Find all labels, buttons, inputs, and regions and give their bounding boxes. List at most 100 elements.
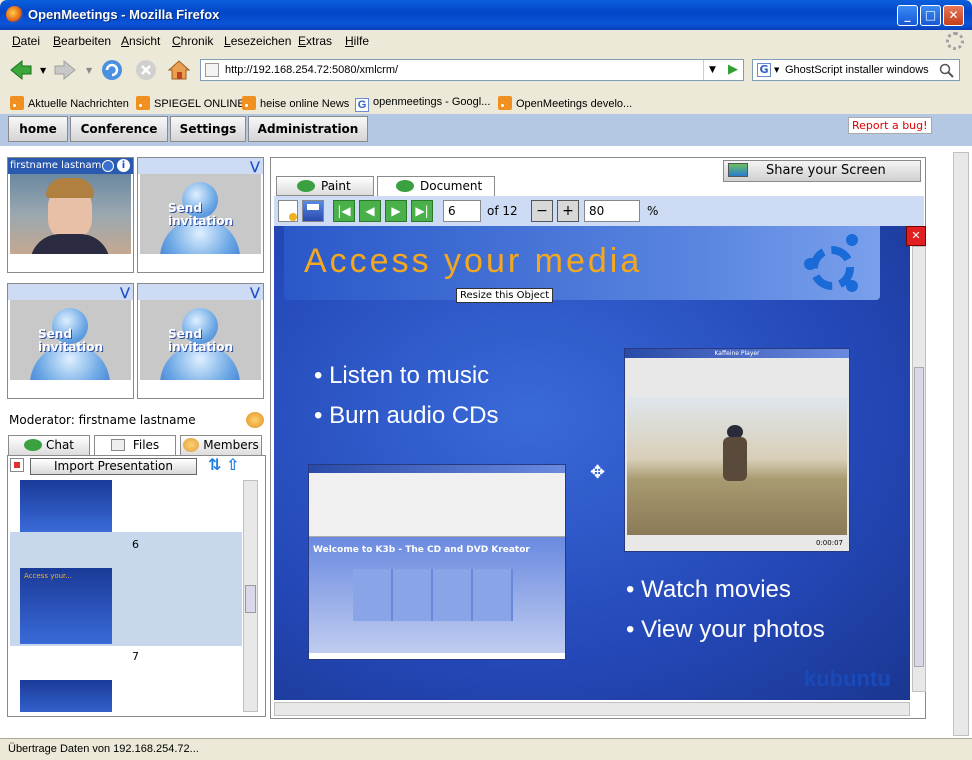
bookmark-heise-online[interactable]: heise online News [242, 96, 349, 110]
menu-lesezeichen[interactable]: Lesezeichen [224, 34, 291, 48]
bullet-view: • View your photos [626, 616, 825, 643]
pod-placeholder: Send invitation [140, 174, 261, 254]
back-arrow-icon[interactable] [8, 58, 34, 82]
google-icon[interactable]: G [757, 63, 771, 77]
url-bar[interactable]: http://192.168.254.72:5080/xmlcrm/ ▼ ▶ [200, 59, 744, 81]
firefox-icon [6, 6, 23, 23]
slide-thumbnail[interactable] [20, 480, 112, 532]
go-arrow-icon[interactable]: ▶ [723, 60, 743, 80]
nav-settings-button[interactable]: Settings [170, 116, 246, 142]
list-item[interactable]: 6 Access your... [10, 532, 242, 646]
list-item[interactable]: 7 [10, 646, 242, 712]
search-icon[interactable] [939, 63, 955, 79]
delete-object-icon[interactable]: ✕ [906, 226, 926, 246]
moderator-label: Moderator: firstname lastname [9, 413, 196, 427]
tab-document[interactable]: Document [377, 176, 495, 196]
chevron-down-icon[interactable]: ⋁ [250, 159, 260, 173]
chat-icon [23, 439, 42, 451]
pod-username: firstname lastname [10, 160, 108, 171]
pod-status-icon[interactable] [102, 160, 114, 172]
bookmark-aktuelle-nachrichten[interactable]: Aktuelle Nachrichten [10, 96, 129, 110]
slide-list-scrollbar[interactable] [243, 480, 258, 712]
chevron-down-icon[interactable]: ⋁ [120, 285, 130, 299]
next-page-icon[interactable]: ▶ [385, 200, 407, 222]
tab-files[interactable]: Files [94, 435, 176, 455]
nav-conference-button[interactable]: Conference [70, 116, 168, 142]
slide-number: 7 [132, 650, 139, 663]
chevron-down-icon[interactable]: ⋁ [250, 285, 260, 299]
send-invitation-label[interactable]: Send invitation [38, 328, 131, 354]
engine-dropdown-icon[interactable]: ▼ [774, 66, 779, 74]
bookmark-openmeetings-dev[interactable]: OpenMeetings develo... [498, 96, 632, 110]
url-dropdown-icon[interactable]: ▼ [703, 60, 721, 80]
nav-home-button[interactable]: home [8, 116, 68, 142]
bookmark-openmeetings-google[interactable]: Gopenmeetings - Googl... [355, 96, 490, 112]
status-bar: Übertrage Daten von 192.168.254.72... [0, 738, 972, 760]
url-text: http://192.168.254.72:5080/xmlcrm/ [225, 64, 399, 76]
new-document-icon[interactable] [278, 200, 298, 222]
slide-thumbnail[interactable]: Access your... [20, 568, 112, 644]
page-number-input[interactable]: 6 [443, 200, 481, 222]
bookmark-spiegel-online[interactable]: SPIEGEL ONLINE [136, 96, 245, 110]
search-input[interactable]: GhostScript installer windows [785, 64, 929, 76]
send-invitation-label[interactable]: Send invitation [168, 202, 261, 228]
maximize-button[interactable]: □ [920, 5, 941, 26]
menu-chronik[interactable]: Chronik [172, 34, 213, 48]
page-vertical-scrollbar[interactable] [953, 152, 969, 736]
members-icon [183, 438, 200, 452]
slide-title: Access your media [304, 242, 643, 280]
menu-datei[interactable]: Datei [12, 34, 40, 48]
tab-paint[interactable]: Paint [276, 176, 374, 196]
info-icon[interactable]: i [117, 159, 130, 172]
kubuntu-gear-icon [804, 234, 858, 292]
nav-administration-button[interactable]: Administration [248, 116, 368, 142]
menu-extras[interactable]: Extras [298, 34, 332, 48]
minimize-button[interactable]: _ [897, 5, 918, 26]
zoom-input[interactable]: 80 [584, 200, 640, 222]
slide-thumbnail[interactable] [20, 680, 112, 712]
move-cursor-icon: ✥ [590, 462, 606, 483]
menu-bearbeiten[interactable]: Bearbeiten [53, 34, 111, 48]
upload-icon[interactable]: ⇧ [226, 457, 239, 473]
last-page-icon[interactable]: ▶| [411, 200, 433, 222]
zoom-out-icon[interactable]: − [531, 200, 553, 222]
player-time: 0:00:07 [816, 539, 843, 547]
home-icon[interactable] [166, 58, 192, 82]
send-invitation-label[interactable]: Send invitation [168, 328, 261, 354]
share-screen-button[interactable]: Share your Screen [723, 160, 921, 182]
forward-arrow-icon[interactable] [52, 58, 78, 82]
menu-ansicht[interactable]: Ansicht [121, 34, 160, 48]
whiteboard-vertical-scrollbar[interactable] [912, 246, 926, 692]
close-button[interactable]: ✕ [943, 5, 964, 26]
refresh-icon[interactable]: ⇅ [208, 457, 221, 473]
search-bar[interactable]: G ▼ GhostScript installer windows [752, 59, 960, 81]
menu-hilfe[interactable]: Hilfe [345, 34, 369, 48]
player-title: Kaffeine Player [625, 349, 849, 358]
bookmarks-toolbar: Aktuelle Nachrichten SPIEGEL ONLINE heis… [0, 90, 972, 114]
tab-members[interactable]: Members [180, 435, 262, 455]
google-icon: G [355, 98, 369, 112]
page-count-label: of 12 [487, 204, 518, 218]
reload-icon[interactable] [99, 58, 125, 82]
zoom-unit-label: % [647, 204, 659, 218]
pod-placeholder: Send invitation [10, 300, 131, 380]
status-text: Übertrage Daten von 192.168.254.72... [8, 743, 199, 755]
import-presentation-button[interactable]: Import Presentation [30, 458, 197, 475]
slide-number: 6 [132, 538, 139, 551]
video-pod-4: ⋁ Send invitation [137, 283, 264, 399]
previous-page-icon[interactable]: ◀ [359, 200, 381, 222]
zoom-in-icon[interactable]: + [557, 200, 579, 222]
first-page-icon[interactable]: |◀ [333, 200, 355, 222]
stop-icon[interactable] [133, 58, 159, 82]
window-title: OpenMeetings - Mozilla Firefox [28, 7, 220, 22]
presentation-icon [10, 458, 24, 472]
tab-chat[interactable]: Chat [8, 435, 90, 455]
webcam-video [10, 174, 131, 254]
forward-dropdown-icon[interactable]: ▼ [86, 66, 92, 75]
screen-icon [728, 163, 748, 177]
whiteboard-horizontal-scrollbar[interactable] [274, 702, 910, 716]
report-bug-link[interactable]: Report a bug! [848, 117, 932, 134]
save-icon[interactable] [302, 200, 324, 222]
back-dropdown-icon[interactable]: ▼ [40, 66, 46, 75]
rss-icon [242, 96, 256, 110]
